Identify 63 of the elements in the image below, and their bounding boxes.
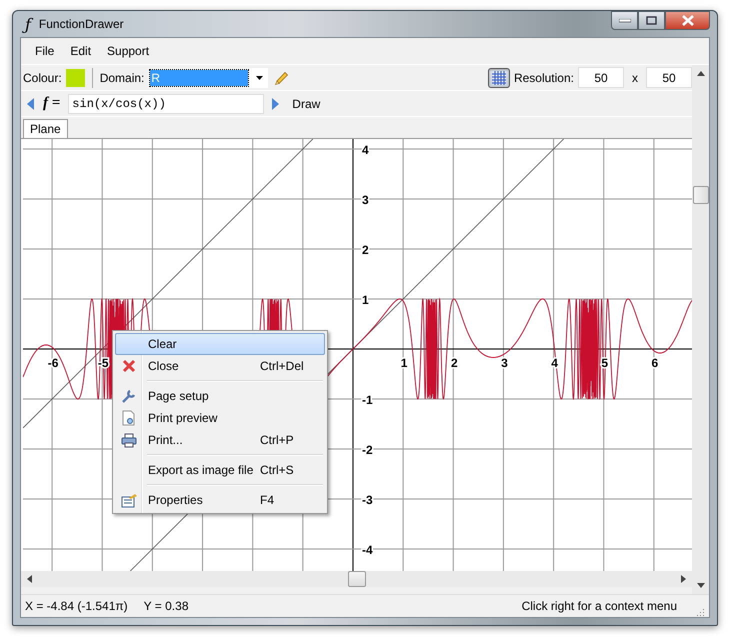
colour-label: Colour: bbox=[23, 70, 62, 84]
context-menu-item[interactable]: Print... Ctrl+P bbox=[115, 429, 325, 451]
y-tick-label: 1 bbox=[362, 293, 369, 307]
x-tick-label: 3 bbox=[501, 356, 508, 370]
formula-field[interactable]: sin(x/cos(x)) bbox=[68, 94, 264, 114]
close-icon bbox=[122, 359, 136, 373]
scroll-right-icon[interactable] bbox=[681, 575, 686, 583]
scroll-left-icon[interactable] bbox=[27, 575, 32, 583]
previous-arrow-icon[interactable] bbox=[27, 98, 35, 110]
x-tick-label: 1 bbox=[400, 356, 408, 370]
times-label: x bbox=[632, 70, 638, 84]
wrench-icon bbox=[121, 388, 137, 404]
window-title: FunctionDrawer bbox=[38, 17, 124, 31]
x-tick-label: 2 bbox=[450, 356, 458, 370]
maximize-icon bbox=[646, 16, 657, 25]
draw-button[interactable]: Draw bbox=[288, 96, 324, 110]
y-tick-label: -1 bbox=[362, 393, 373, 407]
scroll-thumb[interactable] bbox=[348, 571, 366, 587]
x-coordinate-text: X = -4.84 (-1.541π) bbox=[25, 599, 128, 613]
y-tick-label: 2 bbox=[362, 243, 369, 257]
x-tick-label: 6 bbox=[652, 356, 658, 370]
caret-icon bbox=[256, 76, 264, 80]
function-label: f = bbox=[43, 95, 60, 112]
status-hint-text: Click right for a context menu bbox=[522, 599, 677, 613]
x-tick-label: -6 bbox=[48, 356, 58, 370]
context-menu-item[interactable]: Page setup bbox=[115, 385, 325, 407]
resolution-x-field[interactable]: 50 bbox=[578, 67, 624, 88]
plane-tab[interactable]: Plane bbox=[23, 119, 68, 138]
pencil-icon[interactable] bbox=[274, 70, 290, 86]
colour-swatch[interactable] bbox=[66, 68, 85, 86]
minimize-button[interactable] bbox=[611, 11, 638, 30]
y-tick-label: 3 bbox=[362, 193, 369, 207]
y-tick-label: 4 bbox=[362, 143, 369, 157]
close-icon bbox=[680, 15, 694, 26]
printer-icon bbox=[121, 432, 137, 448]
domain-label: Domain: bbox=[100, 70, 144, 84]
scroll-thumb[interactable] bbox=[692, 186, 708, 204]
horizontal-scrollbar[interactable] bbox=[21, 571, 692, 587]
context-menu-item[interactable]: Export as image file Ctrl+S bbox=[115, 459, 325, 481]
context-menu-item[interactable]: Print preview bbox=[115, 407, 325, 429]
vertical-scrollbar[interactable] bbox=[692, 65, 709, 594]
resolution-y-field[interactable]: 50 bbox=[646, 67, 692, 88]
context-menu-item[interactable]: Clear bbox=[115, 333, 325, 355]
minimize-icon bbox=[618, 18, 630, 22]
y-tick-label: -2 bbox=[362, 443, 373, 457]
y-tick-label: -4 bbox=[362, 543, 373, 557]
document-magnifier-icon bbox=[122, 410, 136, 426]
grid-toggle-button[interactable] bbox=[488, 68, 510, 88]
y-coordinate-text: Y = 0.38 bbox=[144, 599, 188, 613]
menu-item[interactable]: Support bbox=[99, 41, 158, 61]
scroll-up-icon[interactable] bbox=[696, 71, 704, 76]
scroll-down-icon[interactable] bbox=[696, 583, 704, 588]
y-tick-label: -3 bbox=[362, 493, 373, 507]
close-button[interactable] bbox=[665, 11, 710, 30]
properties-icon bbox=[121, 492, 137, 508]
resize-grip-icon[interactable] bbox=[695, 607, 705, 617]
resolution-label: Resolution: bbox=[514, 70, 574, 84]
context-menu-item[interactable]: Properties F4 bbox=[115, 489, 325, 511]
maximize-button[interactable] bbox=[638, 11, 665, 30]
context-menu-item[interactable]: Close Ctrl+Del bbox=[115, 355, 325, 377]
menu-item[interactable]: Edit bbox=[62, 41, 100, 61]
draw-arrow-icon[interactable] bbox=[272, 98, 280, 110]
menu-item[interactable]: File bbox=[27, 41, 62, 61]
